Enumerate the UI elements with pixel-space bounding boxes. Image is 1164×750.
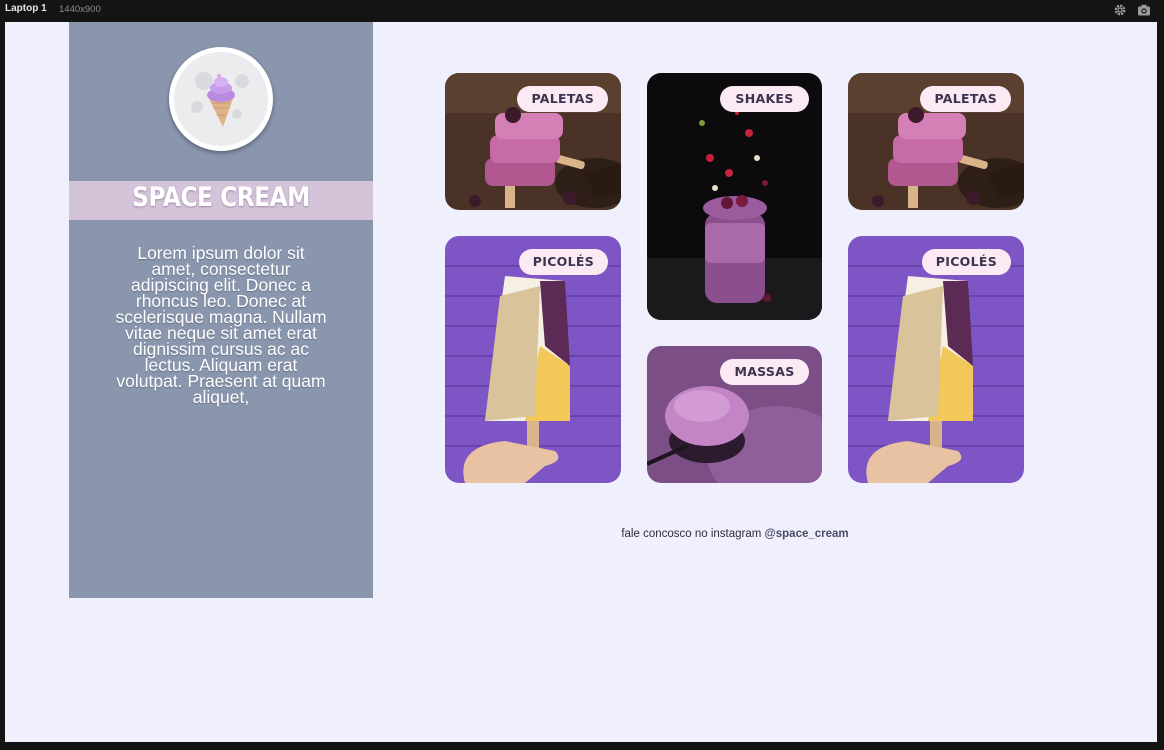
card-label: PALETAS	[920, 86, 1011, 112]
brand-logo[interactable]	[169, 47, 273, 151]
product-card-picoles[interactable]: PICOLÉS	[445, 236, 621, 483]
product-card-picoles[interactable]: PICOLÉS	[848, 236, 1024, 483]
footer-text: fale concosco no instagram	[621, 528, 765, 540]
device-resolution: 1440x900	[59, 4, 101, 15]
brand-title: SPACE CREAM	[132, 182, 310, 213]
card-label: MASSAS	[720, 359, 809, 385]
brand-banner: SPACE CREAM	[69, 181, 373, 220]
camera-icon[interactable]	[1137, 3, 1151, 17]
instagram-footer: fale concosco no instagram @space_cream	[445, 528, 1025, 540]
card-label: SHAKES	[720, 86, 809, 112]
ice-cream-moon-icon	[174, 52, 268, 146]
sidebar: SPACE CREAM Lorem ipsum dolor sit amet, …	[69, 22, 373, 598]
card-label: PICOLÉS	[921, 249, 1011, 275]
card-label: PICOLÉS	[518, 249, 608, 275]
preview-toolbar: Laptop 1 1440x900	[0, 0, 1164, 20]
device-name: Laptop 1	[5, 3, 47, 14]
product-card-paletas[interactable]: PALETAS	[848, 73, 1024, 210]
product-card-massas[interactable]: MASSAS	[647, 346, 822, 483]
instagram-handle-link[interactable]: @space_cream	[765, 528, 849, 540]
gear-icon[interactable]	[1113, 3, 1127, 17]
card-label: PALETAS	[517, 86, 608, 112]
product-card-shakes[interactable]: SHAKES	[647, 73, 822, 320]
sidebar-description: Lorem ipsum dolor sit amet, consectetur …	[115, 243, 327, 407]
page-viewport: SPACE CREAM Lorem ipsum dolor sit amet, …	[5, 22, 1157, 742]
product-card-paletas[interactable]: PALETAS	[445, 73, 621, 210]
